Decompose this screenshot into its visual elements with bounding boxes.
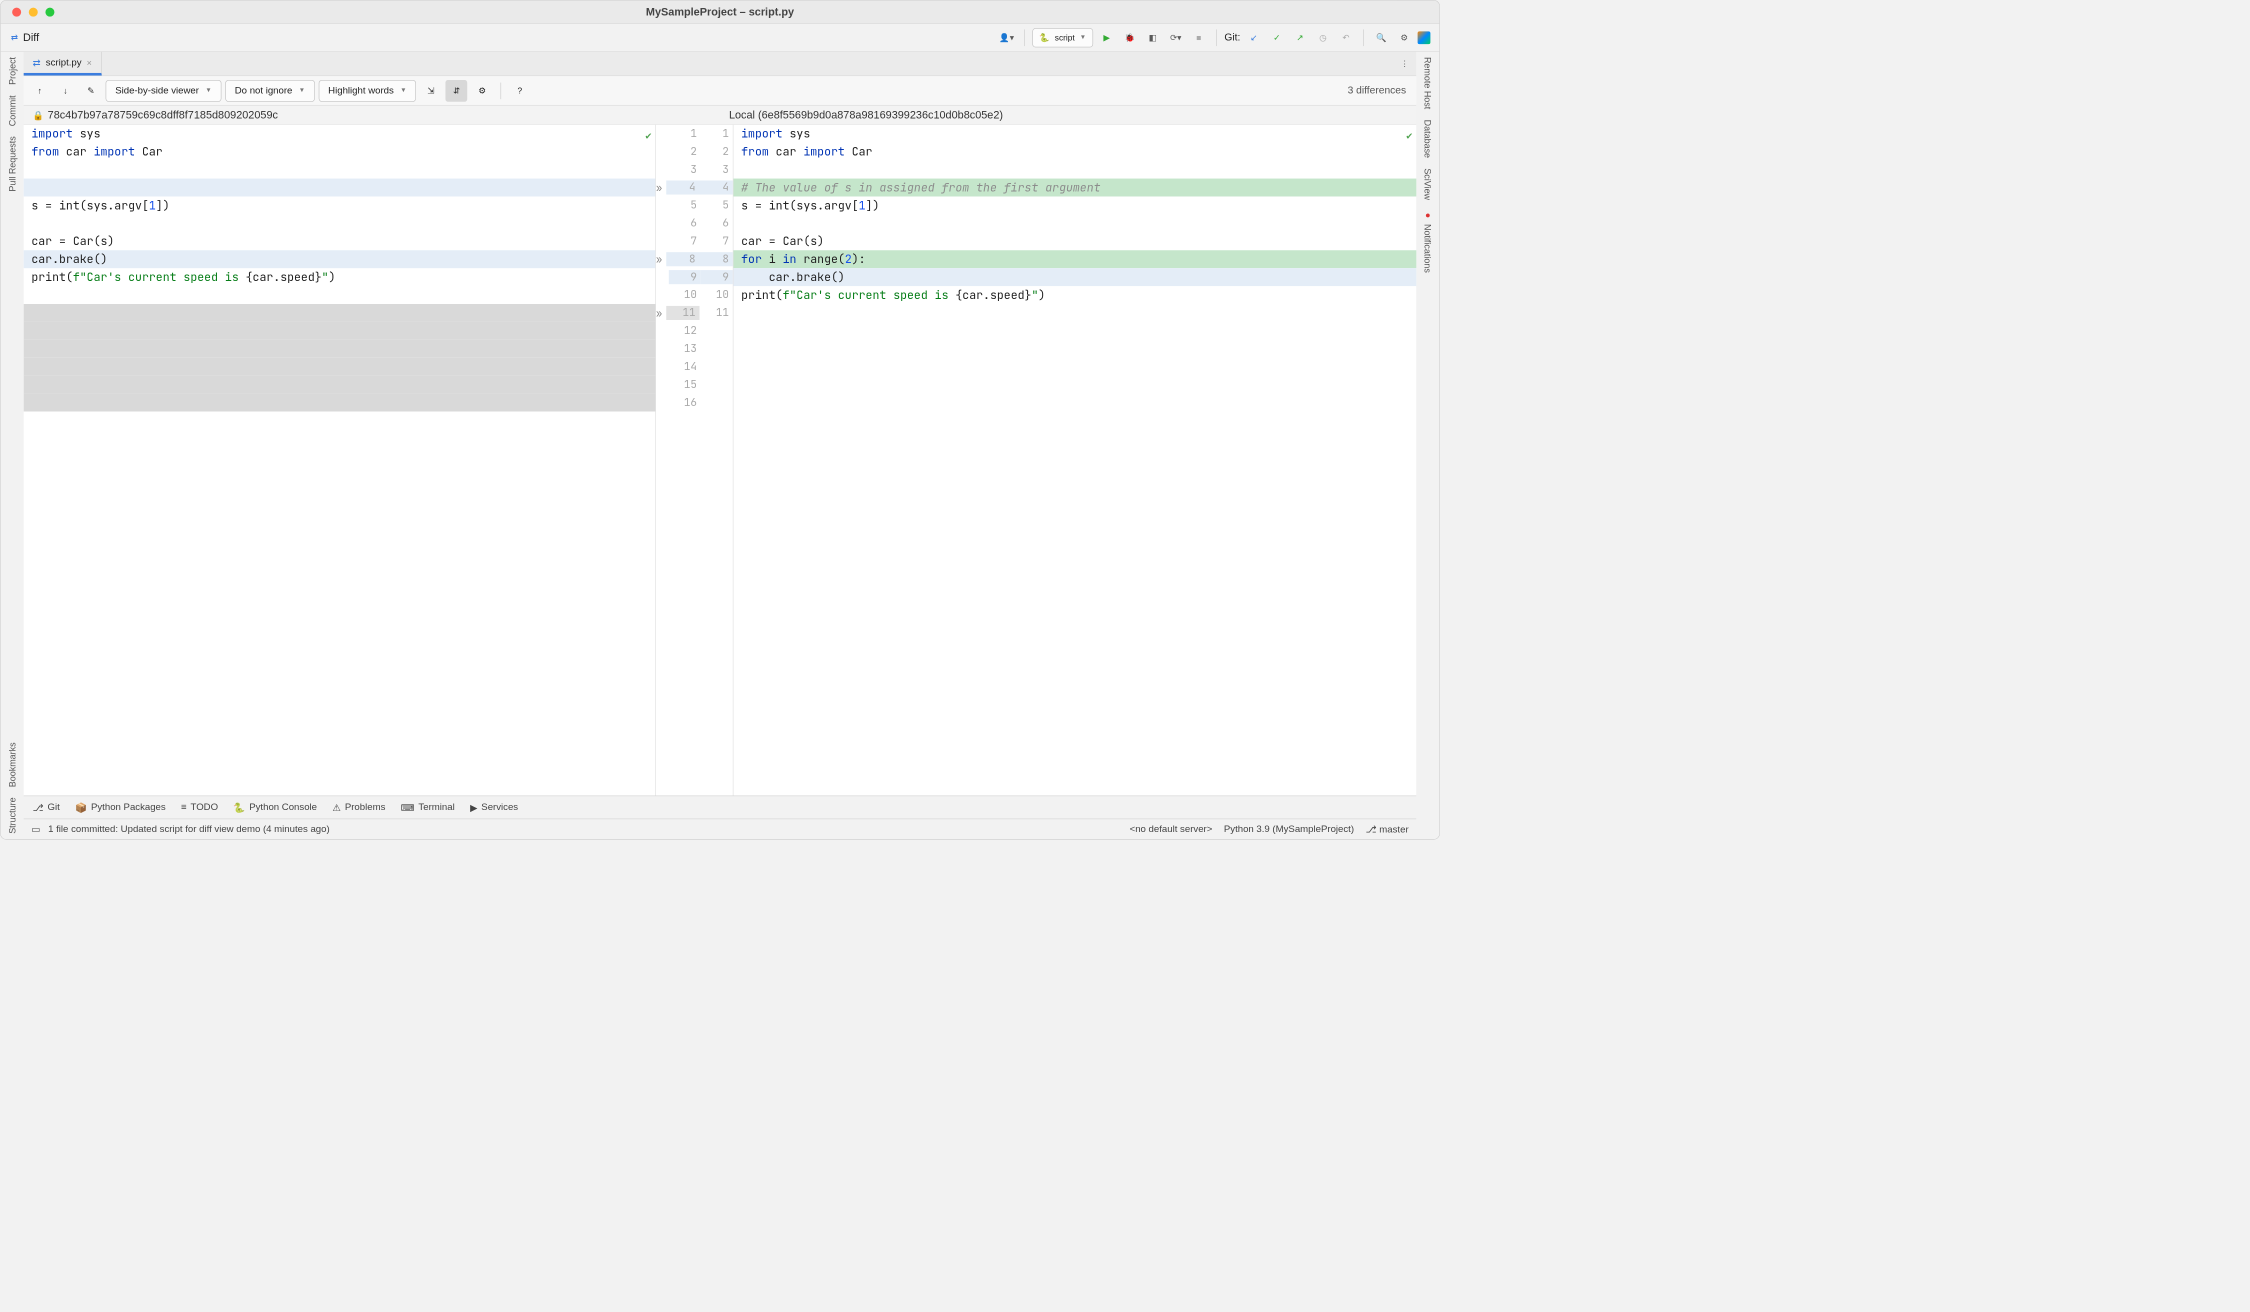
rollback-button[interactable]: ↶ bbox=[1336, 28, 1355, 47]
git-tool-window[interactable]: ⎇ Git bbox=[33, 802, 60, 814]
window-title: MySampleProject – script.py bbox=[1, 5, 1440, 18]
ignore-mode-dropdown[interactable]: Do not ignore ▼ bbox=[225, 80, 315, 102]
stop-button[interactable]: ■ bbox=[1189, 28, 1208, 47]
right-revision-label: Local (6e8f5569b9d0a878a98169399236c10d0… bbox=[729, 108, 1003, 120]
zoom-window-button[interactable] bbox=[45, 7, 54, 16]
profile-button[interactable]: ⟳▾ bbox=[1166, 28, 1185, 47]
tab-label: script.py bbox=[46, 57, 82, 68]
left-revision-hash: 78c4b7b97a78759c69c8dff8f7185d809202059c bbox=[48, 108, 278, 121]
history-button[interactable]: ◷ bbox=[1313, 28, 1332, 47]
settings-button[interactable]: ⚙ bbox=[1395, 28, 1414, 47]
right-pane[interactable]: ✔ import sys from car import Car # The v… bbox=[733, 125, 1417, 796]
git-label: Git: bbox=[1224, 32, 1240, 44]
revision-labels: 78c4b7b97a78759c69c8dff8f7185d809202059c… bbox=[24, 106, 1417, 125]
next-diff-button[interactable]: ↓ bbox=[54, 80, 76, 102]
run-button[interactable]: ▶ bbox=[1097, 28, 1116, 47]
chevron-down-icon: ▼ bbox=[400, 87, 406, 94]
git-branch[interactable]: ⎇ master bbox=[1366, 823, 1409, 835]
python-interpreter[interactable]: Python 3.9 (MySampleProject) bbox=[1224, 824, 1354, 835]
terminal-tool-window[interactable]: ⌨ Terminal bbox=[401, 802, 455, 814]
viewer-mode-dropdown[interactable]: Side-by-side viewer ▼ bbox=[106, 80, 222, 102]
database-tool[interactable]: Database bbox=[1423, 114, 1433, 163]
python-packages-tool-window[interactable]: 📦 Python Packages bbox=[75, 802, 166, 814]
left-tool-rail: Project Commit Pull Requests Bookmarks S… bbox=[1, 52, 24, 839]
inspection-ok-icon: ✔ bbox=[1406, 129, 1412, 142]
left-pane[interactable]: ✔ import sys from car import Car s = int… bbox=[24, 125, 656, 796]
deployment-server[interactable]: <no default server> bbox=[1130, 824, 1213, 835]
close-tab-button[interactable]: × bbox=[87, 57, 92, 67]
notifications-tool[interactable]: ●Notifications bbox=[1423, 205, 1433, 278]
apply-change-button[interactable]: » bbox=[656, 252, 666, 265]
separator bbox=[1024, 29, 1025, 46]
apply-change-button[interactable]: » bbox=[656, 306, 666, 319]
search-everywhere-button[interactable]: 🔍 bbox=[1372, 28, 1391, 47]
status-bar: ▭ 1 file committed: Updated script for d… bbox=[24, 819, 1417, 839]
edit-diff-button[interactable]: ✎ bbox=[80, 80, 102, 102]
ignore-mode-label: Do not ignore bbox=[235, 85, 293, 96]
close-window-button[interactable] bbox=[12, 7, 21, 16]
prev-diff-button[interactable]: ↑ bbox=[29, 80, 51, 102]
diff-icon: ⇄ bbox=[11, 32, 18, 42]
titlebar: MySampleProject – script.py bbox=[1, 1, 1440, 24]
apply-change-button[interactable]: » bbox=[656, 181, 666, 194]
minimize-window-button[interactable] bbox=[29, 7, 38, 16]
bottom-tool-windows: ⎇ Git 📦 Python Packages ≡ TODO 🐍 Python … bbox=[24, 796, 1417, 819]
chevron-down-icon: ▼ bbox=[1080, 34, 1086, 41]
diff-settings-button[interactable]: ⚙ bbox=[471, 80, 493, 102]
main-toolbar: ⇄ Diff 👤▾ 🐍 script ▼ ▶ 🐞 ◧ ⟳▾ ■ Git: ↙ ✓… bbox=[1, 24, 1440, 52]
tab-script-py[interactable]: ⇄ script.py × bbox=[24, 52, 102, 76]
diff-label: Diff bbox=[23, 31, 39, 44]
tabs-more-button[interactable]: ⋮ bbox=[1393, 52, 1417, 76]
commit-tool[interactable]: Commit bbox=[7, 90, 17, 131]
quick-actions-icon[interactable]: ▭ bbox=[31, 823, 40, 835]
diff-gutter: 112233»44556677»88991010»11111213141516 bbox=[656, 125, 733, 796]
jetbrains-icon[interactable] bbox=[1418, 31, 1431, 44]
sciview-tool[interactable]: SciView bbox=[1423, 163, 1433, 205]
highlight-mode-label: Highlight words bbox=[328, 85, 394, 96]
coverage-button[interactable]: ◧ bbox=[1143, 28, 1162, 47]
highlight-mode-dropdown[interactable]: Highlight words ▼ bbox=[319, 80, 417, 102]
right-tool-rail: Remote Host Database SciView ●Notificati… bbox=[1416, 52, 1439, 839]
viewer-mode-label: Side-by-side viewer bbox=[115, 85, 199, 96]
diff-count-label: 3 differences bbox=[1348, 85, 1412, 97]
services-tool-window[interactable]: ▶ Services bbox=[470, 802, 518, 814]
debug-button[interactable]: 🐞 bbox=[1120, 28, 1139, 47]
collapse-unchanged-button[interactable]: ⇲ bbox=[420, 80, 442, 102]
problems-tool-window[interactable]: ⚠ Problems bbox=[332, 802, 385, 814]
run-config-label: script bbox=[1055, 33, 1075, 43]
separator bbox=[1363, 29, 1364, 46]
inspection-ok-icon: ✔ bbox=[645, 129, 651, 142]
diff-toolbar: ↑ ↓ ✎ Side-by-side viewer ▼ Do not ignor… bbox=[24, 76, 1417, 105]
pull-requests-tool[interactable]: Pull Requests bbox=[7, 131, 17, 197]
push-button[interactable]: ↗ bbox=[1290, 28, 1309, 47]
python-icon: 🐍 bbox=[1039, 32, 1049, 42]
add-user-button[interactable]: 👤▾ bbox=[997, 28, 1016, 47]
project-tool[interactable]: Project bbox=[7, 52, 17, 90]
run-config-dropdown[interactable]: 🐍 script ▼ bbox=[1032, 28, 1093, 47]
update-project-button[interactable]: ↙ bbox=[1244, 28, 1263, 47]
editor-tabs: ⇄ script.py × ⋮ bbox=[24, 52, 1417, 76]
lock-icon bbox=[33, 108, 44, 121]
remote-host-tool[interactable]: Remote Host bbox=[1423, 52, 1433, 115]
commit-button[interactable]: ✓ bbox=[1267, 28, 1286, 47]
bookmarks-tool[interactable]: Bookmarks bbox=[7, 737, 17, 792]
commit-status: 1 file committed: Updated script for dif… bbox=[48, 824, 330, 835]
sync-scroll-button[interactable]: ⇵ bbox=[446, 80, 468, 102]
chevron-down-icon: ▼ bbox=[205, 87, 211, 94]
app-window: MySampleProject – script.py ⇄ Diff 👤▾ 🐍 … bbox=[0, 0, 1440, 840]
help-button[interactable]: ? bbox=[509, 80, 531, 102]
structure-tool[interactable]: Structure bbox=[7, 792, 17, 839]
chevron-down-icon: ▼ bbox=[299, 87, 305, 94]
todo-tool-window[interactable]: ≡ TODO bbox=[181, 802, 218, 813]
python-console-tool-window[interactable]: 🐍 Python Console bbox=[233, 802, 317, 814]
separator bbox=[501, 82, 502, 99]
diff-panes: ✔ import sys from car import Car s = int… bbox=[24, 125, 1417, 796]
separator bbox=[1216, 29, 1217, 46]
diff-tab-icon: ⇄ bbox=[33, 57, 41, 69]
